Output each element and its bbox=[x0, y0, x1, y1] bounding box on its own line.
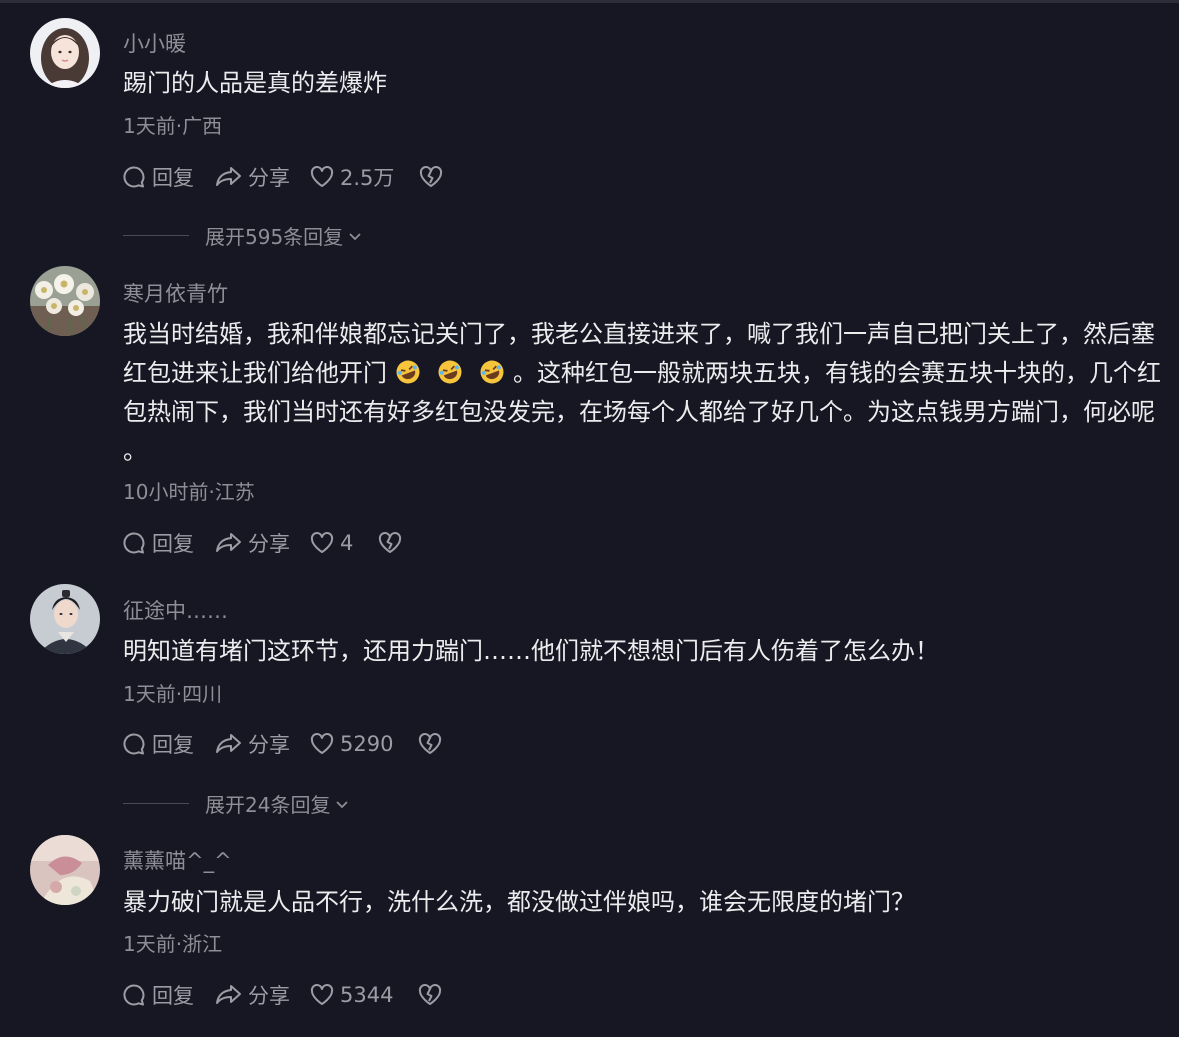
reply-button[interactable]: 回复 bbox=[121, 162, 215, 192]
broken-heart-icon bbox=[419, 733, 442, 754]
reply-label: 回复 bbox=[152, 532, 194, 556]
girl-portrait-avatar-icon bbox=[30, 18, 100, 88]
comment-bubble-icon bbox=[123, 984, 145, 1006]
comment-actions: 回复 分享 5344 bbox=[121, 980, 443, 1010]
avatar[interactable] bbox=[30, 835, 100, 905]
comment-text: 明知道有堵门这环节，还用力踹门……他们就不想想门后有人伤着了怎么办！ bbox=[123, 637, 939, 665]
like-button[interactable]: 2.5万 bbox=[309, 162, 394, 192]
heart-icon bbox=[310, 532, 334, 553]
like-count: 5344 bbox=[340, 983, 394, 1007]
share-button[interactable]: 分享 bbox=[215, 980, 309, 1010]
dislike-button[interactable] bbox=[377, 530, 403, 556]
comment-text: 踢门的人品是真的差爆炸 bbox=[123, 69, 387, 97]
rolling-laughing-emoji-icon bbox=[396, 360, 420, 384]
expand-replies-button[interactable]: 展开24条回复 bbox=[123, 789, 350, 818]
like-count: 5290 bbox=[340, 732, 394, 756]
comment-meta: 1天前·广西 bbox=[123, 114, 223, 138]
share-arrow-icon bbox=[216, 985, 241, 1004]
share-label: 分享 bbox=[248, 532, 290, 556]
comment-text: 我当时结婚，我和伴娘都忘记关门了，我老公直接进来了，喊了我们一声自己把门关上了，… bbox=[123, 315, 1163, 471]
dislike-button[interactable] bbox=[418, 164, 444, 190]
expand-replies-label: 展开24条回复 bbox=[205, 793, 331, 817]
expand-replies-label: 展开595条回复 bbox=[205, 225, 344, 249]
share-button[interactable]: 分享 bbox=[215, 729, 309, 759]
comment-meta: 10小时前·江苏 bbox=[123, 480, 255, 504]
comment-actions: 回复 分享 2.5万 bbox=[121, 162, 444, 192]
username[interactable]: 征途中…… bbox=[123, 595, 228, 625]
dislike-button[interactable] bbox=[417, 731, 443, 757]
comment-bubble-icon bbox=[123, 733, 145, 755]
username[interactable]: 薰薰喵^_^ bbox=[123, 845, 232, 875]
comment-bubble-icon bbox=[123, 532, 145, 554]
costume-man-avatar-icon bbox=[30, 584, 100, 654]
chevron-down-icon bbox=[336, 800, 349, 808]
reply-button[interactable]: 回复 bbox=[121, 729, 215, 759]
reply-button[interactable]: 回复 bbox=[121, 528, 215, 558]
broken-heart-icon bbox=[420, 166, 443, 187]
reply-label: 回复 bbox=[152, 984, 194, 1008]
share-arrow-icon bbox=[216, 734, 241, 753]
expand-divider bbox=[123, 803, 189, 804]
like-count: 2.5万 bbox=[340, 166, 395, 190]
rolling-laughing-emoji-icon bbox=[438, 360, 462, 384]
top-divider bbox=[0, 0, 1179, 3]
chevron-down-icon bbox=[349, 232, 361, 240]
comment-text: 暴力破门就是人品不行，洗什么洗，都没做过伴娘吗，谁会无限度的堵门？ bbox=[123, 888, 915, 916]
heart-icon bbox=[310, 984, 334, 1005]
share-arrow-icon bbox=[216, 167, 241, 186]
comment-meta: 1天前·四川 bbox=[123, 682, 223, 706]
share-label: 分享 bbox=[248, 984, 290, 1008]
avatar[interactable] bbox=[30, 266, 100, 336]
comment-bubble-icon bbox=[123, 166, 145, 188]
share-button[interactable]: 分享 bbox=[215, 528, 309, 558]
username[interactable]: 小小暖 bbox=[123, 28, 186, 58]
like-button[interactable]: 4 bbox=[309, 530, 353, 556]
reply-label: 回复 bbox=[152, 733, 194, 757]
share-button[interactable]: 分享 bbox=[215, 162, 309, 192]
comment-actions: 回复 分享 4 bbox=[121, 528, 403, 558]
avatar[interactable] bbox=[30, 584, 100, 654]
like-button[interactable]: 5290 bbox=[309, 731, 393, 757]
share-arrow-icon bbox=[216, 533, 241, 552]
reply-label: 回复 bbox=[152, 166, 194, 190]
expand-replies-button[interactable]: 展开595条回复 bbox=[123, 221, 363, 250]
username[interactable]: 寒月依青竹 bbox=[123, 278, 228, 308]
heart-icon bbox=[310, 733, 334, 754]
share-label: 分享 bbox=[248, 166, 290, 190]
broken-heart-icon bbox=[419, 984, 442, 1005]
like-count: 4 bbox=[340, 531, 354, 555]
heart-icon bbox=[310, 166, 334, 187]
dislike-button[interactable] bbox=[417, 982, 443, 1008]
broken-heart-icon bbox=[379, 532, 402, 553]
comment-actions: 回复 分享 5290 bbox=[121, 729, 443, 759]
comment-meta: 1天前·浙江 bbox=[123, 932, 223, 956]
expand-divider bbox=[123, 235, 189, 236]
avatar[interactable] bbox=[30, 18, 100, 88]
rolling-laughing-emoji-icon bbox=[480, 360, 504, 384]
flowers-avatar-icon bbox=[30, 266, 100, 336]
reply-button[interactable]: 回复 bbox=[121, 980, 215, 1010]
share-label: 分享 bbox=[248, 733, 290, 757]
like-button[interactable]: 5344 bbox=[309, 982, 393, 1008]
pink-photo-avatar-icon bbox=[30, 835, 100, 905]
